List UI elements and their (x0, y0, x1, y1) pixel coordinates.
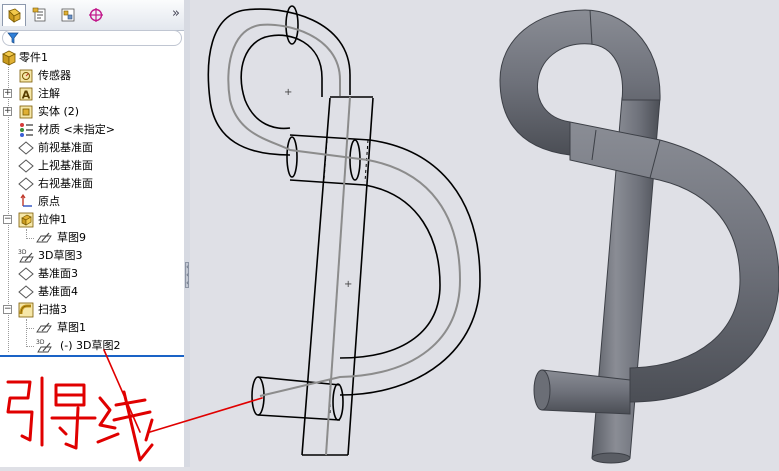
material-icon (20, 123, 33, 137)
plane-icon (18, 159, 34, 173)
wireframe-section-ring (332, 383, 344, 421)
tree-filter-input[interactable] (2, 30, 182, 46)
tree-item-label: (-) 3D草图2 (60, 339, 121, 352)
origin-icon (20, 194, 32, 207)
tree-item-sketch1[interactable]: 草图1 (0, 319, 184, 337)
wireframe-loop-outer (207, 8, 351, 156)
tabs-overflow-button[interactable]: » (172, 6, 180, 21)
annotations-icon: A (19, 87, 33, 102)
tree-item-3d-sketch3[interactable]: 3D 3D草图3 (0, 247, 184, 265)
configuration-manager-icon (61, 8, 75, 22)
tree-item-label: 基准面4 (38, 285, 78, 298)
sweep-path-3d-sketch[interactable] (227, 23, 462, 397)
model-canvas: + + (207, 5, 779, 464)
tree-item-label: 注解 (38, 87, 60, 100)
tree-item-extrude1[interactable]: − 拉伸1 (0, 211, 184, 229)
collapse-toggle[interactable]: − (3, 215, 12, 224)
tree-item-label: 零件1 (19, 51, 48, 64)
graphics-viewport[interactable]: + + (190, 0, 779, 467)
wireframe-section-ring (286, 136, 298, 178)
splitter-collapse-handle[interactable]: ‹ ‹ ‹ (185, 262, 189, 288)
tree-item-label: 3D草图3 (38, 249, 83, 262)
sketch-3d-icon: 3D (36, 339, 52, 353)
origin-marker: + (284, 87, 292, 98)
plane-icon (18, 141, 34, 155)
tab-property-manager[interactable] (28, 4, 52, 26)
extrude-icon (18, 212, 34, 228)
tab-configuration-manager[interactable] (56, 4, 80, 26)
tree-item-label: 原点 (38, 195, 60, 208)
tree-item-label: 材质 <未指定> (38, 123, 115, 136)
sensor-icon (19, 69, 33, 83)
feature-manager-panel: » 零件1 传感器 + A 注解 + 实体 (2) 材质 <未指定> 前视基准面… (0, 0, 185, 467)
tree-item-label: 实体 (2) (38, 105, 80, 118)
tab-dimxpert-manager[interactable] (84, 4, 108, 26)
expand-toggle[interactable]: + (3, 107, 12, 116)
wireframe-bottom-tube (257, 376, 341, 421)
tree-item-right-plane[interactable]: 右视基准面 (0, 175, 184, 193)
expand-toggle[interactable]: + (3, 89, 12, 98)
part-icon (2, 50, 16, 66)
dimxpert-manager-icon (89, 8, 103, 22)
wireframe-s-outer (289, 134, 481, 396)
tree-item-annotations[interactable]: + A 注解 (0, 85, 184, 103)
tree-item-solid-bodies[interactable]: + 实体 (2) (0, 103, 184, 121)
property-manager-icon (32, 7, 46, 22)
tree-item-label: 前视基准面 (38, 141, 93, 154)
wireframe-loop-inner (240, 34, 323, 130)
sweep-icon (18, 302, 34, 318)
tree-item-label: 拉伸1 (38, 213, 67, 226)
tree-item-part[interactable]: 零件1 (0, 49, 184, 67)
tree-item-label: 上视基准面 (38, 159, 93, 172)
tree-item-label: 基准面3 (38, 267, 78, 280)
tree-item-material[interactable]: 材质 <未指定> (0, 121, 184, 139)
wireframe-model[interactable] (207, 5, 481, 456)
svg-text:A: A (22, 89, 31, 102)
tree-item-sketch9[interactable]: 草图9 (0, 229, 184, 247)
sketch-icon (36, 232, 52, 243)
wireframe-section-ring (349, 139, 361, 181)
origin-marker: + (344, 279, 352, 290)
tree-item-label: 传感器 (38, 69, 71, 82)
tree-item-origin[interactable]: 原点 (0, 193, 184, 211)
sweep-path-straight (325, 96, 351, 456)
tree-item-sweep3[interactable]: − 扫描3 (0, 301, 184, 319)
tree-item-plane3[interactable]: 基准面3 (0, 265, 184, 283)
tree-item-plane4[interactable]: 基准面4 (0, 283, 184, 301)
wireframe-section-ring (285, 5, 299, 45)
svg-text:3D: 3D (36, 339, 45, 346)
tree-item-label: 扫描3 (38, 303, 67, 316)
plane-icon (18, 285, 34, 299)
sketch-3d-icon: 3D (18, 249, 34, 263)
tree-item-front-plane[interactable]: 前视基准面 (0, 139, 184, 157)
plane-icon (18, 177, 34, 191)
tree-item-sensors[interactable]: 传感器 (0, 67, 184, 85)
sketch-icon (36, 322, 52, 333)
rollback-bar[interactable] (0, 355, 184, 357)
filter-icon (7, 32, 19, 44)
tree-item-label: 右视基准面 (38, 177, 93, 190)
shaded-end-cap (533, 369, 551, 411)
tree-item-label: 草图9 (57, 231, 86, 244)
collapse-toggle[interactable]: − (3, 305, 12, 314)
tree-item-label: 草图1 (57, 321, 86, 334)
plane-icon (18, 267, 34, 281)
tree-item-3d-sketch2[interactable]: 3D (-) 3D草图2 (0, 337, 184, 355)
svg-text:3D: 3D (18, 249, 27, 256)
tree-item-top-plane[interactable]: 上视基准面 (0, 157, 184, 175)
panel-tab-bar: » (0, 0, 184, 31)
shaded-bar-end (591, 452, 631, 464)
solid-bodies-icon (19, 105, 33, 119)
feature-manager-icon (8, 8, 21, 23)
tab-feature-manager[interactable] (2, 4, 26, 26)
shaded-model[interactable] (499, 9, 779, 464)
